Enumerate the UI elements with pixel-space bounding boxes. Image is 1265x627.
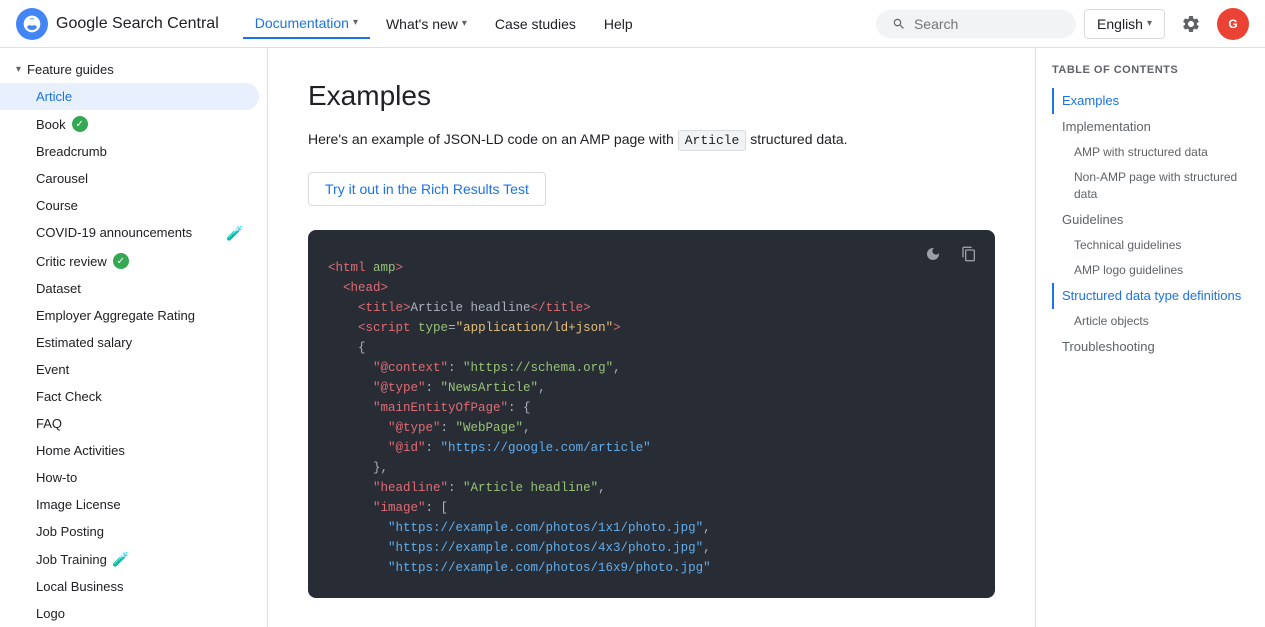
toc-item-implementation[interactable]: Implementation	[1052, 114, 1249, 140]
flask-badge: 🧪	[227, 225, 243, 241]
sidebar-item-image-license[interactable]: Image License	[0, 491, 259, 518]
copy-code-button[interactable]	[955, 240, 983, 268]
nav-documentation[interactable]: Documentation ▾	[243, 9, 370, 39]
toc-item-article-objects[interactable]: Article objects	[1052, 309, 1249, 334]
nav-help[interactable]: Help	[592, 10, 645, 38]
code-toolbar	[919, 240, 983, 268]
toc-item-amp-structured-data[interactable]: AMP with structured data	[1052, 140, 1249, 165]
toc-panel: Table of contents Examples Examples Impl…	[1035, 48, 1265, 627]
sidebar-item-employer-agg[interactable]: Employer Aggregate Rating	[0, 302, 259, 329]
search-input[interactable]	[914, 16, 1060, 32]
toc-item-technical-guidelines[interactable]: Technical guidelines	[1052, 233, 1249, 258]
chevron-down-icon: ▾	[462, 18, 467, 29]
sidebar-item-job-posting[interactable]: Job Posting	[0, 518, 259, 545]
expand-icon: ▾	[16, 64, 21, 75]
sidebar-section-feature-guides[interactable]: ▾ Feature guides	[0, 56, 267, 83]
toc-title: Table of contents	[1052, 64, 1249, 76]
gear-icon	[1181, 14, 1201, 34]
toc-item-guidelines[interactable]: Guidelines	[1052, 207, 1249, 233]
main-nav: Documentation ▾ What's new ▾ Case studie…	[243, 9, 876, 39]
main-content: Examples Here's an example of JSON-LD co…	[268, 48, 1035, 627]
sidebar-item-estimated-salary[interactable]: Estimated salary	[0, 329, 259, 356]
search-bar[interactable]	[876, 10, 1076, 38]
header-right: English ▾ G	[876, 6, 1249, 42]
toc-item-non-amp-structured-data[interactable]: Non-AMP page with structured data	[1052, 165, 1249, 207]
sidebar-item-article[interactable]: Article	[0, 83, 259, 110]
chevron-down-icon: ▾	[1147, 18, 1152, 29]
try-rich-results-button[interactable]: Try it out in the Rich Results Test	[308, 172, 546, 206]
nav-case-studies[interactable]: Case studies	[483, 10, 588, 38]
code-block: <html amp> <head> <title>Article headlin…	[308, 230, 995, 598]
settings-button[interactable]	[1173, 6, 1209, 42]
language-selector[interactable]: English ▾	[1084, 9, 1165, 39]
search-icon	[892, 16, 906, 32]
toc-item-structured-data-type[interactable]: Structured data type definitions	[1052, 283, 1249, 309]
sidebar-item-event[interactable]: Event	[0, 356, 259, 383]
logo-text: Google Search Central	[56, 15, 219, 33]
sidebar-item-carousel[interactable]: Carousel	[0, 165, 259, 192]
toc-item-examples-active[interactable]: Examples	[1052, 88, 1249, 114]
page-title: Examples	[308, 80, 995, 112]
sidebar-item-home-activities[interactable]: Home Activities	[0, 437, 259, 464]
sidebar-item-job-training[interactable]: Job Training 🧪	[0, 545, 259, 573]
copy-icon	[961, 246, 977, 262]
toggle-theme-button[interactable]	[919, 240, 947, 268]
sidebar-item-critic-review[interactable]: Critic review ✓	[0, 247, 259, 275]
user-avatar[interactable]: G	[1217, 8, 1249, 40]
check-badge: ✓	[113, 253, 129, 269]
sidebar: ▾ Feature guides Article Book ✓ Breadcru…	[0, 48, 268, 627]
sidebar-item-covid[interactable]: COVID-19 announcements 🧪	[0, 219, 259, 247]
inline-code-article: Article	[678, 130, 747, 151]
sidebar-item-book[interactable]: Book ✓	[0, 110, 259, 138]
sidebar-item-how-to[interactable]: How-to	[0, 464, 259, 491]
sidebar-item-faq[interactable]: FAQ	[0, 410, 259, 437]
code-content: <html amp> <head> <title>Article headlin…	[328, 254, 975, 578]
logo-link[interactable]: Google Search Central	[16, 8, 219, 40]
sidebar-item-local-business[interactable]: Local Business	[0, 573, 259, 600]
sidebar-item-logo[interactable]: Logo	[0, 600, 259, 627]
sidebar-item-course[interactable]: Course	[0, 192, 259, 219]
flask-badge: 🧪	[113, 551, 129, 567]
theme-icon	[925, 246, 941, 262]
toc-item-amp-logo-guidelines[interactable]: AMP logo guidelines	[1052, 258, 1249, 283]
section-description: Here's an example of JSON-LD code on an …	[308, 128, 995, 152]
logo-icon	[16, 8, 48, 40]
sidebar-item-breadcrumb[interactable]: Breadcrumb	[0, 138, 259, 165]
nav-whats-new[interactable]: What's new ▾	[374, 10, 479, 38]
toc-item-troubleshooting[interactable]: Troubleshooting	[1052, 334, 1249, 360]
chevron-down-icon: ▾	[353, 17, 358, 28]
header: Google Search Central Documentation ▾ Wh…	[0, 0, 1265, 48]
sidebar-item-fact-check[interactable]: Fact Check	[0, 383, 259, 410]
page-layout: ▾ Feature guides Article Book ✓ Breadcru…	[0, 48, 1265, 627]
check-badge: ✓	[72, 116, 88, 132]
sidebar-item-dataset[interactable]: Dataset	[0, 275, 259, 302]
